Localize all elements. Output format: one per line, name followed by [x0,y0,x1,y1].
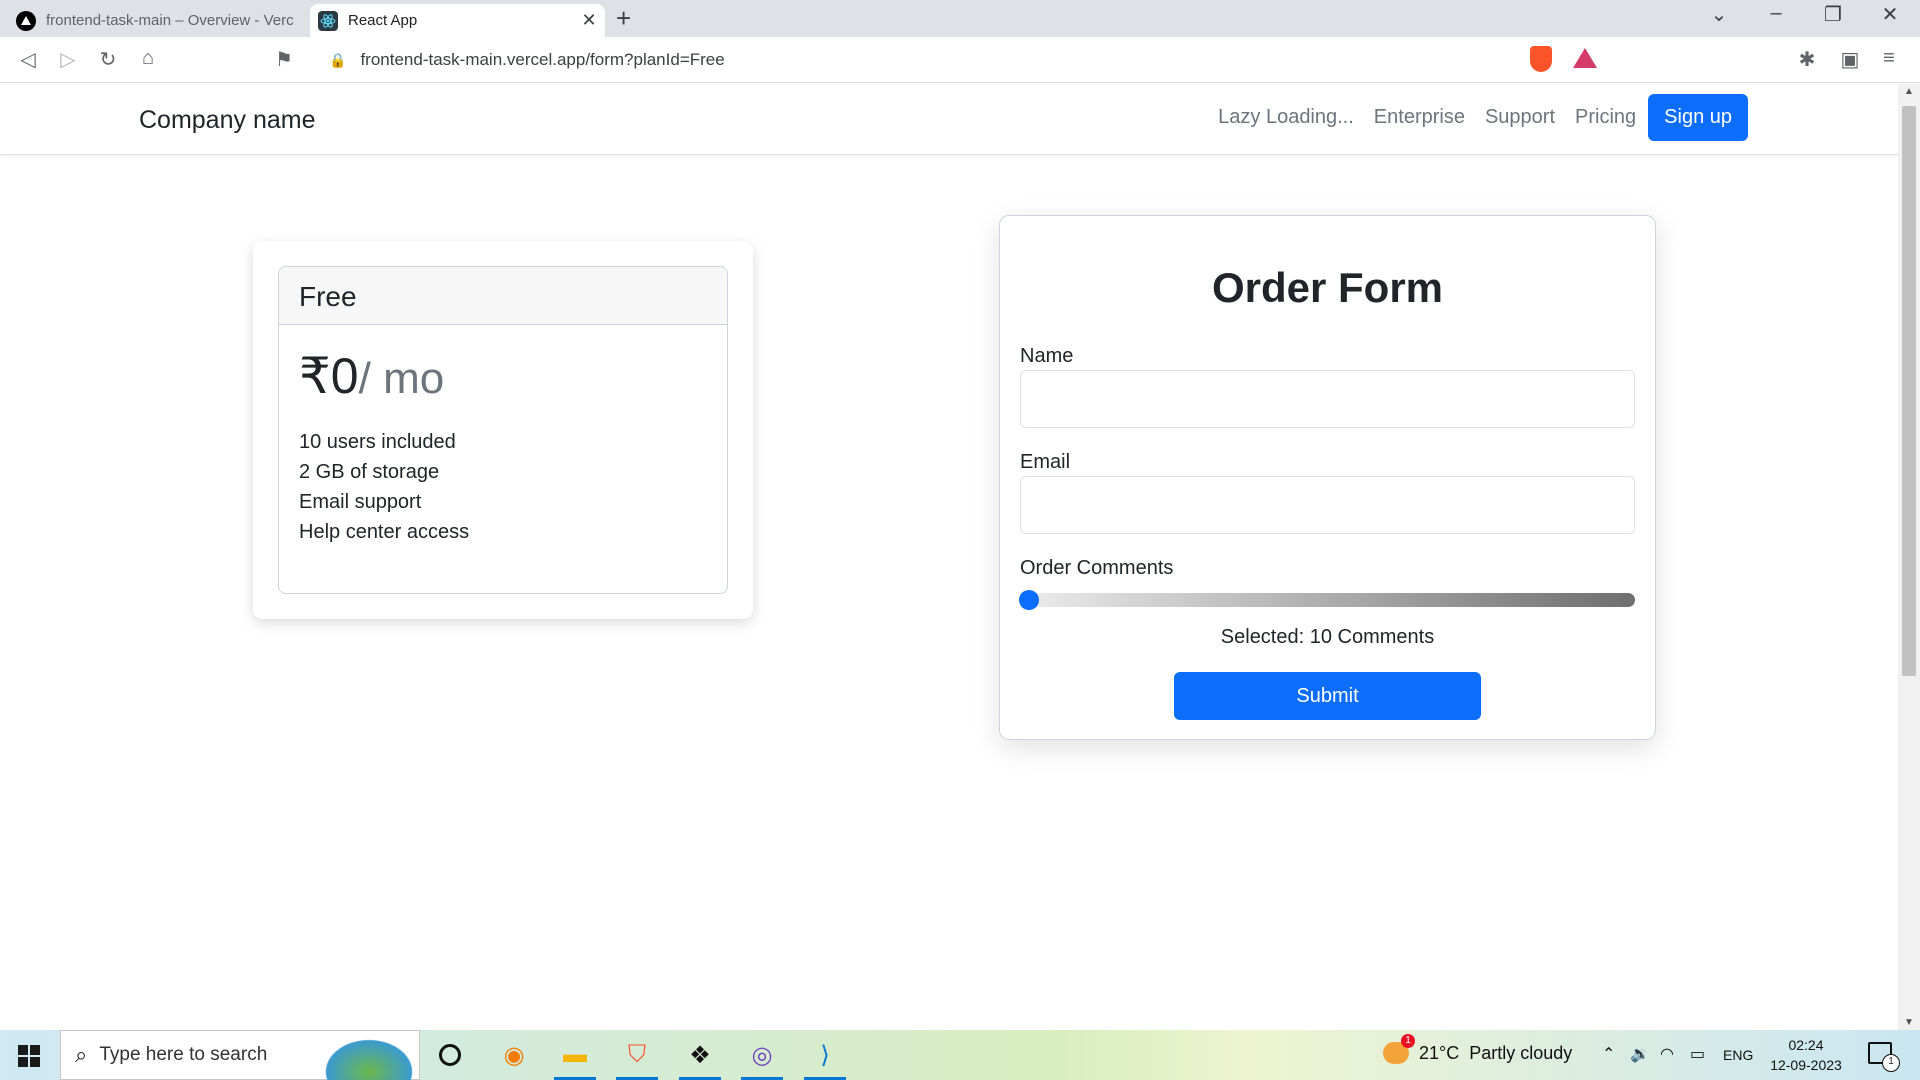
submit-button[interactable]: Submit [1174,672,1481,720]
wallet-icon[interactable]: ▣ [1836,47,1864,72]
windows-start-icon[interactable] [18,1045,40,1067]
page-viewport: Company name Lazy Loading... Enterprise … [0,84,1898,1030]
vercel-icon [16,10,36,31]
weather-widget[interactable]: 21°C Partly cloudy [1383,1034,1573,1064]
nav-link-enterprise[interactable]: Enterprise [1374,106,1465,129]
tab-title: frontend-task-main – Overview - Verc [46,12,294,29]
reload-icon[interactable]: ↻ [94,47,122,72]
brand-name[interactable]: Company name [139,106,315,135]
chevron-up-icon[interactable]: ⌃ [1602,1044,1615,1064]
brave-shields-icon[interactable] [1530,46,1552,72]
language-indicator[interactable]: ENG [1723,1047,1753,1063]
back-icon[interactable]: ◁ [14,47,42,72]
lock-icon: 🔒 [329,51,347,68]
plan-panel: Free ₹0/ mo 10 users included 2 GB of st… [253,241,753,619]
name-label: Name [1020,345,1074,367]
address-bar[interactable]: 🔒 frontend-task-main.vercel.app/form?pla… [313,43,1609,77]
search-highlight-image [319,1035,419,1080]
comments-slider[interactable] [1020,593,1635,607]
system-clock[interactable]: 02:24 12-09-2023 [1766,1035,1846,1075]
plan-price-unit: / mo [358,354,445,403]
slider-thumb[interactable] [1019,590,1039,610]
clock-time: 02:24 [1788,1037,1824,1053]
name-input[interactable] [1020,370,1635,428]
close-window-button[interactable]: ✕ [1870,2,1910,27]
selected-comments-text: Selected: 10 Comments [1220,626,1435,648]
new-tab-button[interactable]: + [616,3,631,34]
nav-links: Lazy Loading... Enterprise Support Prici… [1198,94,1748,141]
email-label: Email [1020,451,1071,473]
extensions-icon[interactable]: ✱ [1793,47,1821,72]
tab-react-app[interactable]: React App ✕ [310,4,605,37]
scroll-up-icon[interactable]: ▲ [1898,86,1920,97]
nav-link-support[interactable]: Support [1485,106,1555,129]
plan-card: Free ₹0/ mo 10 users included 2 GB of st… [278,266,728,594]
nav-link-lazy-loading[interactable]: Lazy Loading... [1218,106,1354,129]
feature-item: 10 users included [299,431,456,453]
react-icon [318,10,338,31]
close-tab-icon[interactable]: ✕ [577,10,601,31]
scrollbar-thumb[interactable] [1902,106,1916,676]
feature-item: Email support [299,491,422,513]
tab-search-icon[interactable]: ⌄ [1699,2,1739,27]
vscode-icon[interactable]: ⟩ [800,1030,850,1080]
weather-desc: Partly cloudy [1469,1042,1573,1063]
restore-button[interactable]: ❐ [1813,2,1853,27]
weather-icon [1383,1034,1415,1064]
site-navbar: Company name Lazy Loading... Enterprise … [0,84,1898,155]
dropbox-icon[interactable]: ❖ [675,1030,725,1080]
menu-icon[interactable]: ≡ [1875,47,1903,70]
taskbar-search[interactable]: ⌕ Type here to search [60,1030,420,1080]
weather-temp: 21°C [1419,1042,1460,1063]
cortana-icon[interactable] [425,1030,475,1080]
scroll-down-icon[interactable]: ▼ [1898,1017,1920,1028]
plan-name: Free [279,267,727,325]
url-text: frontend-task-main.vercel.app/form?planI… [360,50,725,69]
nav-link-pricing[interactable]: Pricing [1575,106,1636,129]
browser-toolbar: ◁ ▷ ↻ ⌂ ⚑ 🔒 frontend-task-main.vercel.ap… [0,37,1920,83]
search-placeholder: Type here to search [99,1044,268,1065]
email-input[interactable] [1020,476,1635,534]
form-title: Order Form [1211,264,1444,311]
blender-icon[interactable]: ◉ [489,1030,539,1080]
plan-price: ₹0 [299,348,359,404]
battery-icon[interactable]: ▭ [1690,1044,1705,1064]
brave-rewards-icon[interactable] [1573,48,1597,68]
windows-taskbar: ⌕ Type here to search ◉ ▬ ⛉ ❖ ◎ ⟩ 21°C P… [0,1030,1920,1080]
browser-tab-bar: frontend-task-main – Overview - Verc Rea… [0,0,1920,37]
home-icon[interactable]: ⌂ [134,47,162,70]
feature-item: Help center access [299,521,470,543]
wifi-icon[interactable]: ◠ [1660,1044,1674,1064]
tab-title: React App [348,12,418,29]
volume-icon[interactable]: 🔉 [1630,1044,1650,1064]
clock-date: 12-09-2023 [1770,1057,1842,1073]
brave-icon[interactable]: ⛉ [612,1030,662,1080]
file-explorer-icon[interactable]: ▬ [550,1030,600,1080]
bookmark-icon[interactable]: ⚑ [270,47,298,72]
page-scrollbar[interactable]: ▲ ▼ [1898,84,1920,1030]
tab-vercel-overview[interactable]: frontend-task-main – Overview - Verc [8,4,308,37]
minimize-button[interactable]: – [1756,2,1796,25]
notification-icon[interactable] [1868,1042,1900,1072]
comments-label: Order Comments [1020,557,1174,579]
order-form: Order Form Name Email Order Comments Sel… [999,215,1656,740]
feature-item: 2 GB of storage [299,461,440,483]
search-icon: ⌕ [75,1042,88,1067]
signup-button[interactable]: Sign up [1648,94,1748,141]
plan-features: 10 users included 2 GB of storage Email … [299,427,707,547]
github-desktop-icon[interactable]: ◎ [737,1030,787,1080]
forward-icon[interactable]: ▷ [54,47,82,72]
